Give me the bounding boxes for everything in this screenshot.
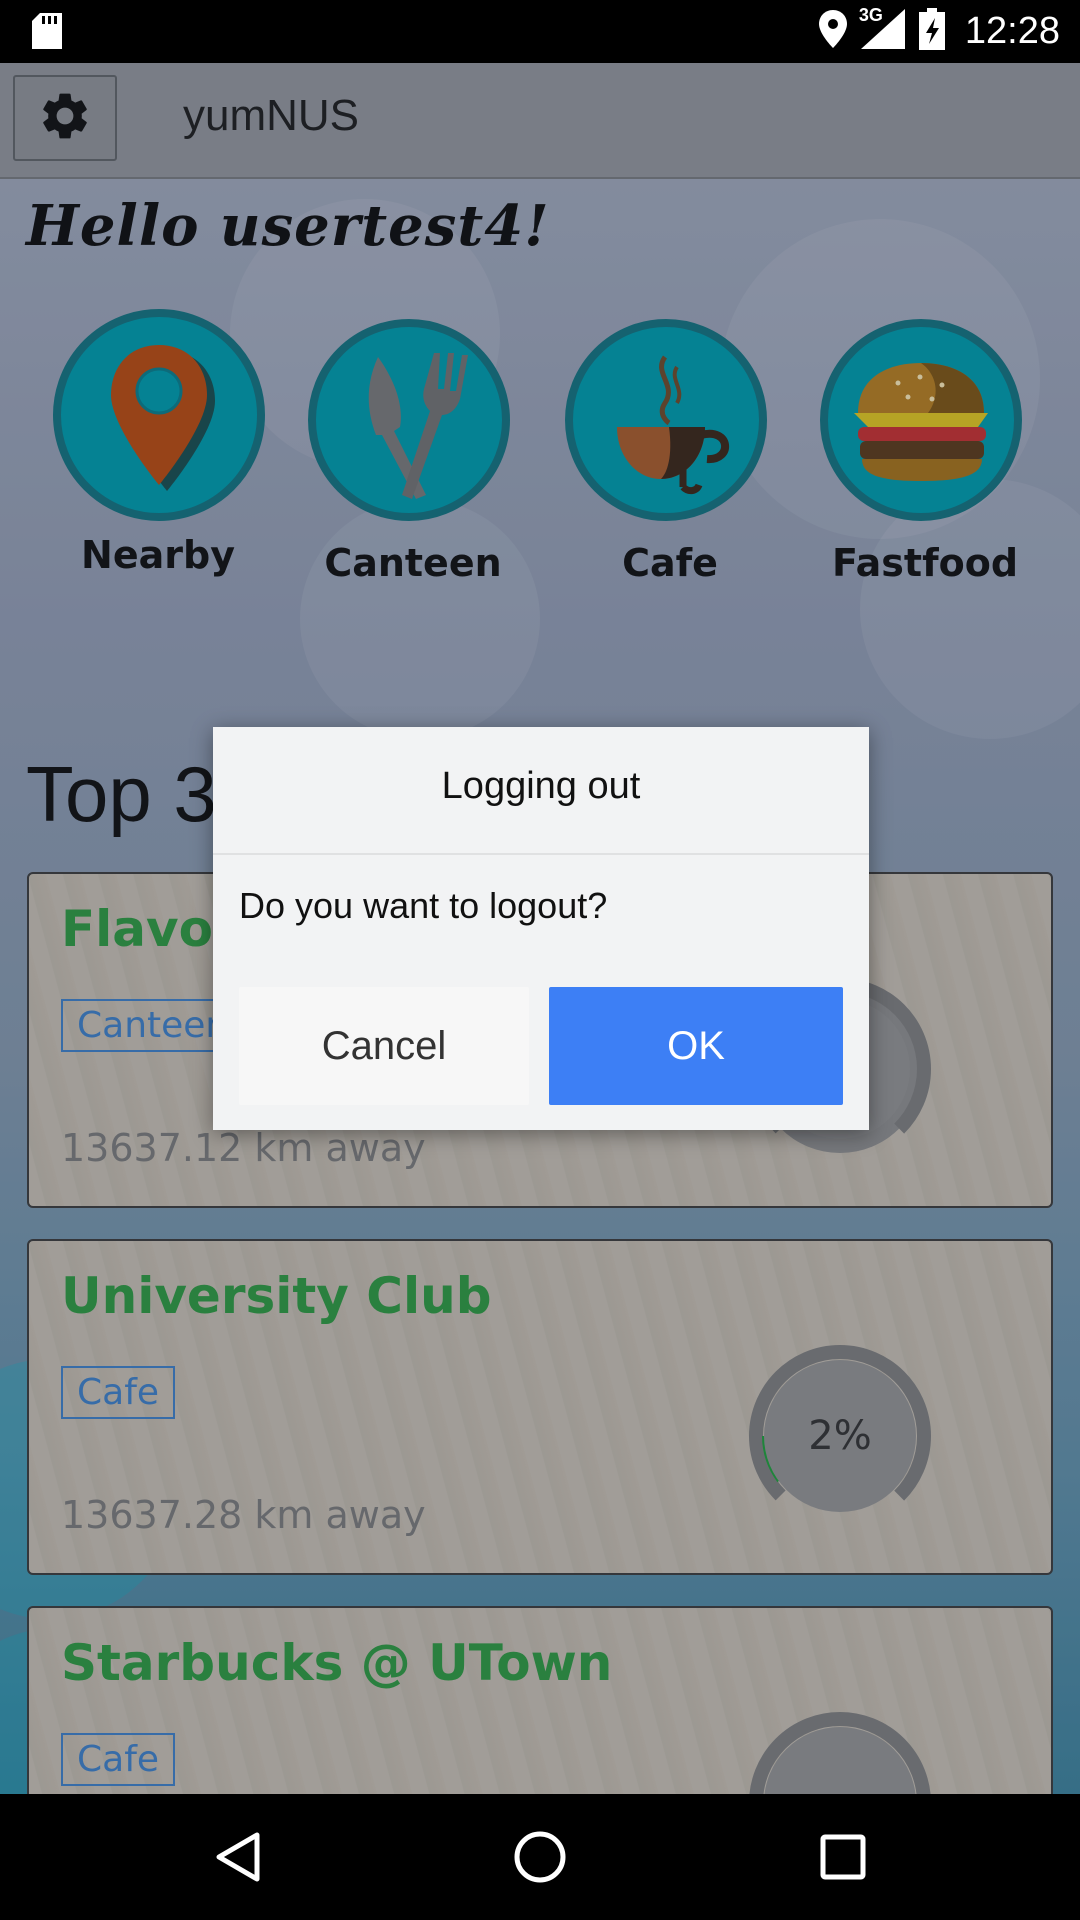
recents-button[interactable]	[813, 1827, 873, 1887]
sd-card-icon	[32, 13, 62, 53]
dialog-title: Logging out	[441, 765, 641, 807]
status-time: 12:28	[964, 9, 1060, 52]
cancel-button[interactable]: Cancel	[239, 987, 529, 1105]
battery-icon	[918, 8, 945, 54]
location-icon	[818, 10, 847, 52]
ok-button[interactable]: OK	[549, 987, 843, 1105]
home-button[interactable]	[510, 1827, 570, 1887]
logout-dialog: Logging out Do you want to logout? Cance…	[213, 727, 869, 1130]
home-icon	[514, 1831, 566, 1883]
recents-icon	[820, 1834, 866, 1880]
navigation-bar	[0, 1794, 1080, 1920]
back-button[interactable]	[208, 1827, 268, 1887]
network-type: 3G	[858, 5, 883, 25]
dialog-message: Do you want to logout?	[239, 885, 608, 926]
signal-icon: 3G	[859, 5, 905, 53]
dialog-divider	[213, 853, 869, 855]
back-icon	[216, 1832, 260, 1882]
status-bar: 3G 12:28	[0, 0, 1080, 63]
